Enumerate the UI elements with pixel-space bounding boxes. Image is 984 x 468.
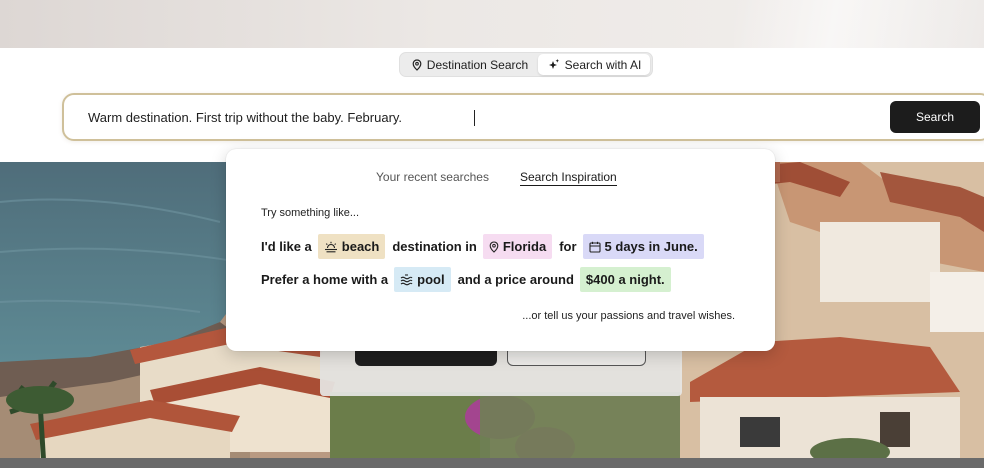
chip-location-label: Florida xyxy=(502,239,547,254)
chip-beach-label: beach xyxy=(341,239,380,254)
destination-search-label: Destination Search xyxy=(426,57,529,72)
sentence-text: and a price around xyxy=(457,272,574,287)
sentence-text: destination in xyxy=(392,239,477,254)
search-header: Destination Search Search with AI Search xyxy=(0,48,984,162)
inspiration-sentence-2[interactable]: Prefer a home with a pool and a price ar… xyxy=(261,267,678,292)
chip-pool[interactable]: pool xyxy=(394,267,451,292)
sentence-text: Prefer a home with a xyxy=(261,272,389,287)
destination-search-tab[interactable]: Destination Search xyxy=(402,54,538,75)
pool-icon xyxy=(400,273,413,286)
chip-location[interactable]: Florida xyxy=(482,234,553,259)
passions-hint: ...or tell us your passions and travel w… xyxy=(522,310,735,322)
sparkle-icon xyxy=(547,58,560,71)
try-something-label: Try something like... xyxy=(261,207,360,219)
chip-price-label: $400 a night. xyxy=(585,272,665,287)
calendar-icon xyxy=(588,241,601,253)
tab-recent-searches[interactable]: Your recent searches xyxy=(376,170,489,184)
sentence-text: I'd like a xyxy=(261,239,312,254)
tab-search-inspiration[interactable]: Search Inspiration xyxy=(520,170,617,186)
map-pin-icon xyxy=(489,240,499,253)
search-inspiration-popover: Your recent searches Search Inspiration … xyxy=(226,149,775,351)
ai-search-bar: Search xyxy=(62,93,984,141)
sentence-text: for xyxy=(559,239,577,254)
search-with-ai-label: Search with AI xyxy=(564,57,642,72)
chip-pool-label: pool xyxy=(417,272,445,287)
chip-dates-label: 5 days in June. xyxy=(604,239,698,254)
map-pin-icon xyxy=(412,58,422,71)
popover-tabs: Your recent searches Search Inspiration xyxy=(226,170,775,186)
sunset-icon xyxy=(324,241,338,253)
inspiration-sentence-1[interactable]: I'd like a beach destination in Florida … xyxy=(261,234,711,259)
text-caret xyxy=(474,110,475,126)
bottom-bar xyxy=(0,458,984,468)
search-mode-toggle: Destination Search Search with AI xyxy=(399,52,653,77)
chip-price[interactable]: $400 a night. xyxy=(579,267,671,292)
search-button[interactable]: Search xyxy=(890,101,980,133)
ai-search-input[interactable] xyxy=(88,107,868,127)
search-with-ai-tab[interactable]: Search with AI xyxy=(538,54,650,75)
top-banner xyxy=(0,0,984,48)
chip-beach[interactable]: beach xyxy=(317,234,386,259)
chip-dates[interactable]: 5 days in June. xyxy=(582,234,704,259)
